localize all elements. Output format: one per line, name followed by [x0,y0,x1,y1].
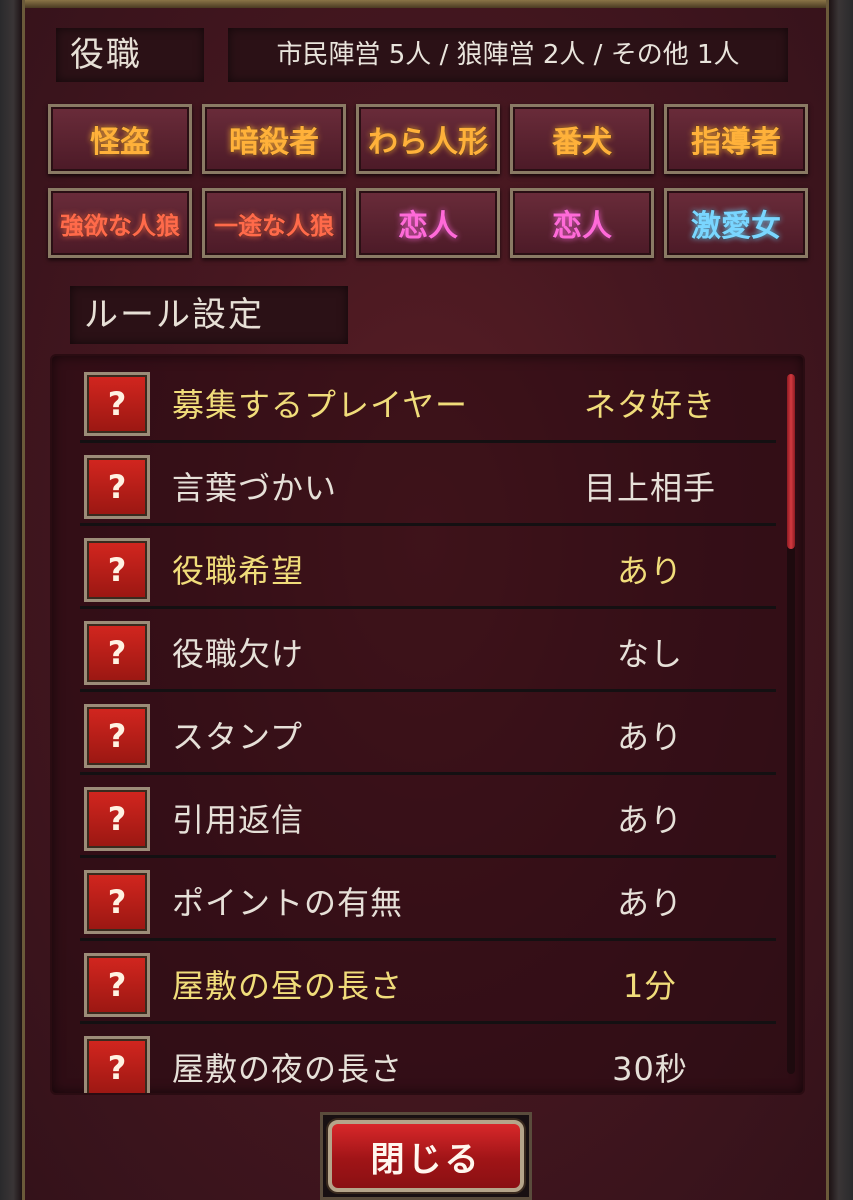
role-chip[interactable]: 恋人 [356,188,500,258]
role-chip[interactable]: 一途な人狼 [202,188,346,258]
rule-value: 1分 [622,967,678,1005]
help-question-icon[interactable]: ? [84,704,150,768]
rule-row: ? 屋敷の昼の長さ 1分 [80,951,776,1024]
role-chip[interactable]: 番犬 [510,104,654,174]
role-chip[interactable]: 暗殺者 [202,104,346,174]
help-question-icon[interactable]: ? [84,455,150,519]
help-question-icon[interactable]: ? [84,372,150,436]
rule-row: ? 役職希望 あり [80,536,776,609]
rule-value: あり [616,552,683,590]
rule-label: ポイントの有無 [172,884,404,922]
help-question-icon[interactable]: ? [84,870,150,934]
help-question-icon[interactable]: ? [84,538,150,602]
rule-value: 30秒 [612,1050,688,1088]
help-question-icon[interactable]: ? [84,787,150,851]
role-chip[interactable]: 強欲な人狼 [48,188,192,258]
rule-label: 屋敷の昼の長さ [172,967,404,1005]
rule-label: スタンプ [172,718,304,756]
rule-row: ? 屋敷の夜の長さ 30秒 [80,1034,776,1093]
help-question-icon[interactable]: ? [84,1036,150,1093]
rules-scrollbar-thumb[interactable] [787,374,795,549]
rule-value: ネタ好き [583,386,716,424]
rule-row: ? 役職欠け なし [80,619,776,692]
close-button[interactable]: 閉じる [328,1120,524,1192]
rules-section-title: ルール設定 [70,286,348,344]
faction-counts: 市民陣営 5人 / 狼陣営 2人 / その他 1人 [228,28,788,82]
dialog-top-frame [25,0,826,8]
rule-value: あり [616,801,683,839]
rule-value: なし [616,635,683,673]
rules-scrollbar[interactable] [787,374,795,1074]
rule-label: 屋敷の夜の長さ [172,1050,404,1088]
rule-label: 募集するプレイヤー [172,386,469,424]
role-chip[interactable]: 激愛女 [664,188,808,258]
rule-row: ? 引用返信 あり [80,785,776,858]
role-chip[interactable]: 怪盗 [48,104,192,174]
rule-value: 目上相手 [583,469,716,507]
rule-label: 役職希望 [172,552,305,590]
rule-row: ? 募集するプレイヤー ネタ好き [80,370,776,443]
rule-label: 引用返信 [172,801,305,839]
help-question-icon[interactable]: ? [84,621,150,685]
rule-label: 言葉づかい [172,469,338,507]
help-question-icon[interactable]: ? [84,953,150,1017]
rule-row: ? ポイントの有無 あり [80,868,776,941]
rule-value: あり [616,718,683,756]
rules-list[interactable]: ? 募集するプレイヤー ネタ好き? 言葉づかい 目上相手? 役職希望 あり? 役職欠け なし? ス… [50,354,805,1095]
background-right-pillar [829,0,853,1200]
role-chip[interactable]: 恋人 [510,188,654,258]
background-left-pillar [0,0,22,1200]
role-chip[interactable]: 指導者 [664,104,808,174]
rule-value: あり [616,884,683,922]
rule-row: ? スタンプ あり [80,702,776,775]
role-grid: 怪盗 暗殺者 わら人形 番犬 指導者 強欲な人狼 一途な人狼 恋人 恋人 激愛女 [48,104,810,258]
rule-row: ? 言葉づかい 目上相手 [80,453,776,526]
rule-label: 役職欠け [172,635,305,673]
role-chip[interactable]: わら人形 [356,104,500,174]
roles-section-title: 役職 [56,28,204,82]
